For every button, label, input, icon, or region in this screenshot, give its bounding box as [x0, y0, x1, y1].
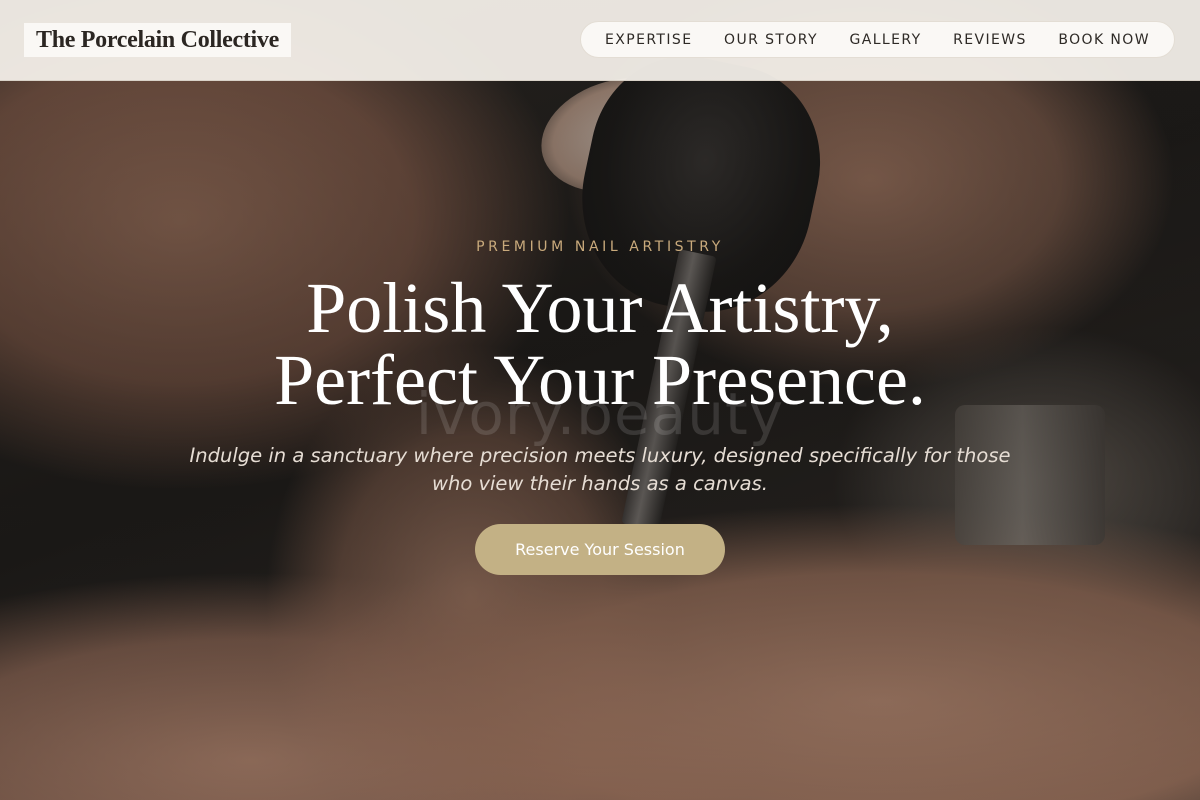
hero-headline-line-2: Perfect Your Presence.: [274, 340, 926, 420]
hero-headline: Polish Your Artistry, Perfect Your Prese…: [0, 272, 1200, 416]
hero-eyebrow: PREMIUM NAIL ARTISTRY: [476, 239, 724, 255]
reserve-session-button[interactable]: Reserve Your Session: [475, 524, 725, 575]
hero-subtext: Indulge in a sanctuary where precision m…: [189, 444, 1011, 495]
hero-section: PREMIUM NAIL ARTISTRY Polish Your Artist…: [0, 0, 1200, 800]
hero-headline-line-1: Polish Your Artistry,: [306, 268, 894, 348]
